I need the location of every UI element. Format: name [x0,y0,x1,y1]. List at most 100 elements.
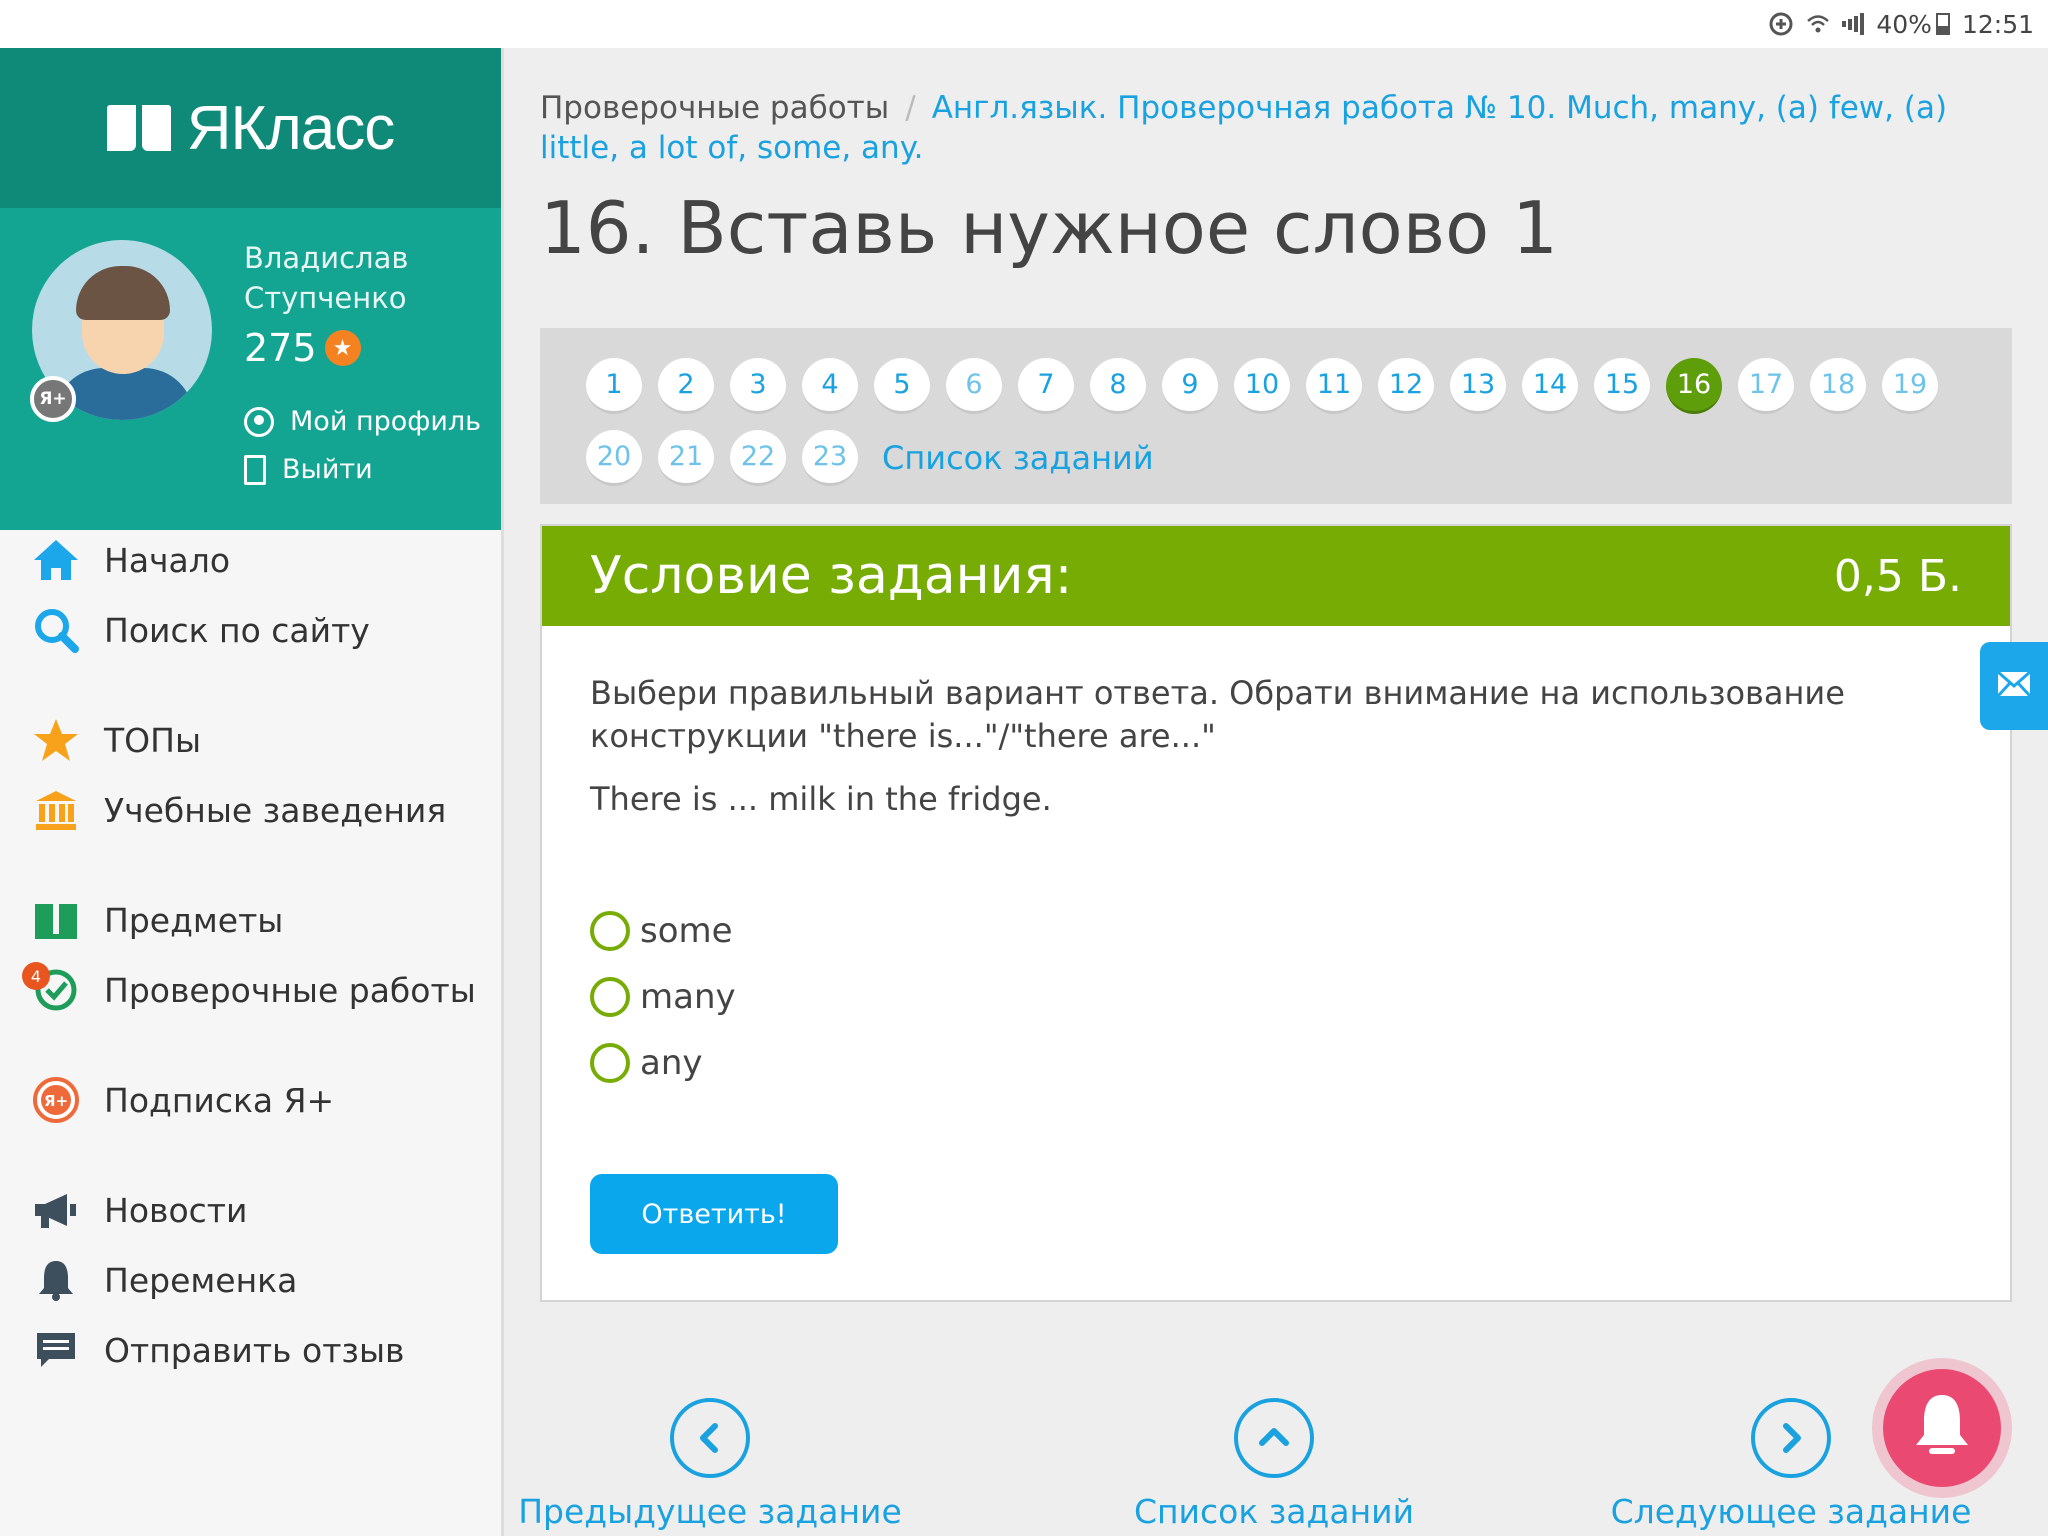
sidebar-item-label: Отправить отзыв [104,1330,405,1370]
breadcrumb: Проверочные работы / Англ.язык. Проверочна… [540,88,2020,168]
task-pagination: 1 2 3 4 5 6 7 8 9 10 11 12 13 14 15 16 17 18 19 20 21 22 23 Сп… [540,328,2012,504]
yaplus-icon: Я+ [30,1076,82,1124]
points-value: 275 [244,326,317,370]
sidebar-item-label: Проверочные работы [104,970,476,1010]
battery-percent: 40% [1876,9,1932,39]
task-number-1[interactable]: 1 [586,358,642,414]
submit-answer-button[interactable]: Ответить! [590,1174,838,1254]
sidebar-item-label: Переменка [104,1260,298,1300]
message-icon [30,1326,82,1374]
bell-icon [30,1256,82,1304]
radio-button[interactable] [590,1043,630,1083]
yaplus-badge: Я+ [30,376,76,422]
brand-logo[interactable]: ЯКласс [0,48,501,208]
user-points: 275 ★ [244,326,361,370]
task-number-7[interactable]: 7 [1018,358,1074,414]
task-instruction: Выбери правильный вариант ответа. Обрати… [590,674,1845,755]
answer-options: some many any [590,898,736,1096]
page-title: 16. Вставь нужное слово 1 [540,186,1558,270]
task-number-9[interactable]: 9 [1162,358,1218,414]
answer-option-many[interactable]: many [590,964,736,1030]
notifications-button[interactable] [1872,1358,2012,1498]
my-profile-link[interactable]: Мой профиль [244,406,481,437]
sidebar-item-tops[interactable]: ТОПы [30,710,201,770]
task-number-13[interactable]: 13 [1450,358,1506,414]
sync-icon [1768,11,1794,37]
radio-button[interactable] [590,911,630,951]
sidebar-item-label: Начало [104,540,231,580]
task-number-12[interactable]: 12 [1378,358,1434,414]
breadcrumb-root[interactable]: Проверочные работы [540,90,889,126]
task-number-3[interactable]: 3 [730,358,786,414]
mail-feedback-tab[interactable] [1980,642,2048,730]
task-number-18[interactable]: 18 [1810,358,1866,414]
wifi-icon [1806,12,1830,36]
sidebar-item-subscription[interactable]: Я+ Подписка Я+ [30,1070,334,1130]
task-number-15[interactable]: 15 [1594,358,1650,414]
sidebar-item-break[interactable]: Переменка [30,1250,297,1310]
star-icon [30,716,82,764]
task-number-21[interactable]: 21 [658,430,714,486]
sidebar-item-subjects[interactable]: Предметы [30,890,283,950]
sidebar-item-label: Подписка Я+ [104,1080,335,1120]
task-list-link[interactable]: Список заданий [882,439,1154,477]
bell-icon [1911,1391,1973,1465]
sidebar-item-news[interactable]: Новости [30,1180,247,1240]
profile-panel: Владислав Ступченко 275 ★ Мой профиль Вы… [0,208,501,530]
envelope-icon [1996,670,2032,702]
option-label: any [640,1043,703,1083]
task-number-23[interactable]: 23 [802,430,858,486]
open-book-icon [30,896,82,944]
sidebar-item-feedback[interactable]: Отправить отзыв [30,1320,404,1380]
prev-task-label: Предыдущее задание [518,1492,902,1531]
chevron-right-icon [1751,1398,1831,1478]
bottom-navigation: Предыдущее задание Список заданий Следую… [504,1398,2048,1536]
task-number-16[interactable]: 16 [1666,358,1722,414]
sidebar-item-home[interactable]: Начало [30,530,230,590]
chevron-up-icon [1234,1398,1314,1478]
sidebar-item-label: Предметы [104,900,284,940]
signal-icon [1842,12,1865,36]
task-number-2[interactable]: 2 [658,358,714,414]
status-bar: 40% 12:51 [0,0,2048,48]
sidebar-item-label: Поиск по сайту [104,610,370,650]
star-icon: ★ [324,330,361,366]
task-question: There is ... milk in the fridge. [590,780,1052,818]
door-icon [244,454,266,485]
task-list-button[interactable]: Список заданий [1124,1398,1424,1531]
task-card: Условие задания: 0,5 Б. Выбери правильны… [540,524,2012,1302]
task-condition-title: Условие задания: [590,546,1073,606]
main-content: Проверочные работы / Англ.язык. Проверочна… [504,48,2048,1536]
task-row-1: 1 2 3 4 5 6 7 8 9 10 11 12 13 14 15 16 17 18 19 [586,350,2012,422]
task-number-20[interactable]: 20 [586,430,642,486]
clock: 12:51 [1961,9,2034,39]
task-number-11[interactable]: 11 [1306,358,1362,414]
sidebar-item-schools[interactable]: Учебные заведения [30,780,446,840]
task-number-17[interactable]: 17 [1738,358,1794,414]
sidebar-item-label: Новости [104,1190,248,1230]
logout-link[interactable]: Выйти [244,454,373,485]
answer-option-any[interactable]: any [590,1030,736,1096]
task-number-22[interactable]: 22 [730,430,786,486]
answer-option-some[interactable]: some [590,898,736,964]
prev-task-button[interactable]: Предыдущее задание [518,1398,902,1531]
task-number-14[interactable]: 14 [1522,358,1578,414]
task-number-4[interactable]: 4 [802,358,858,414]
sidebar-item-tests[interactable]: 4 Проверочные работы [22,960,476,1020]
task-number-19[interactable]: 19 [1882,358,1938,414]
sidebar-item-label: Учебные заведения [104,790,447,830]
breadcrumb-separator: / [905,90,916,126]
search-icon [30,606,82,654]
task-number-10[interactable]: 10 [1234,358,1290,414]
next-task-label: Следующее задание [1610,1492,1972,1531]
sidebar-item-search[interactable]: Поиск по сайту [30,600,370,660]
task-number-8[interactable]: 8 [1090,358,1146,414]
sidebar: ЯКласс Владислав Ступченко 275 ★ Мой про… [0,48,504,1536]
task-list-label: Список заданий [1133,1492,1415,1531]
tests-count-badge: 4 [22,962,50,990]
chevron-left-icon [670,1398,750,1478]
task-number-6[interactable]: 6 [946,358,1002,414]
task-points: 0,5 Б. [1833,550,1962,602]
task-number-5[interactable]: 5 [874,358,930,414]
radio-button[interactable] [590,977,630,1017]
